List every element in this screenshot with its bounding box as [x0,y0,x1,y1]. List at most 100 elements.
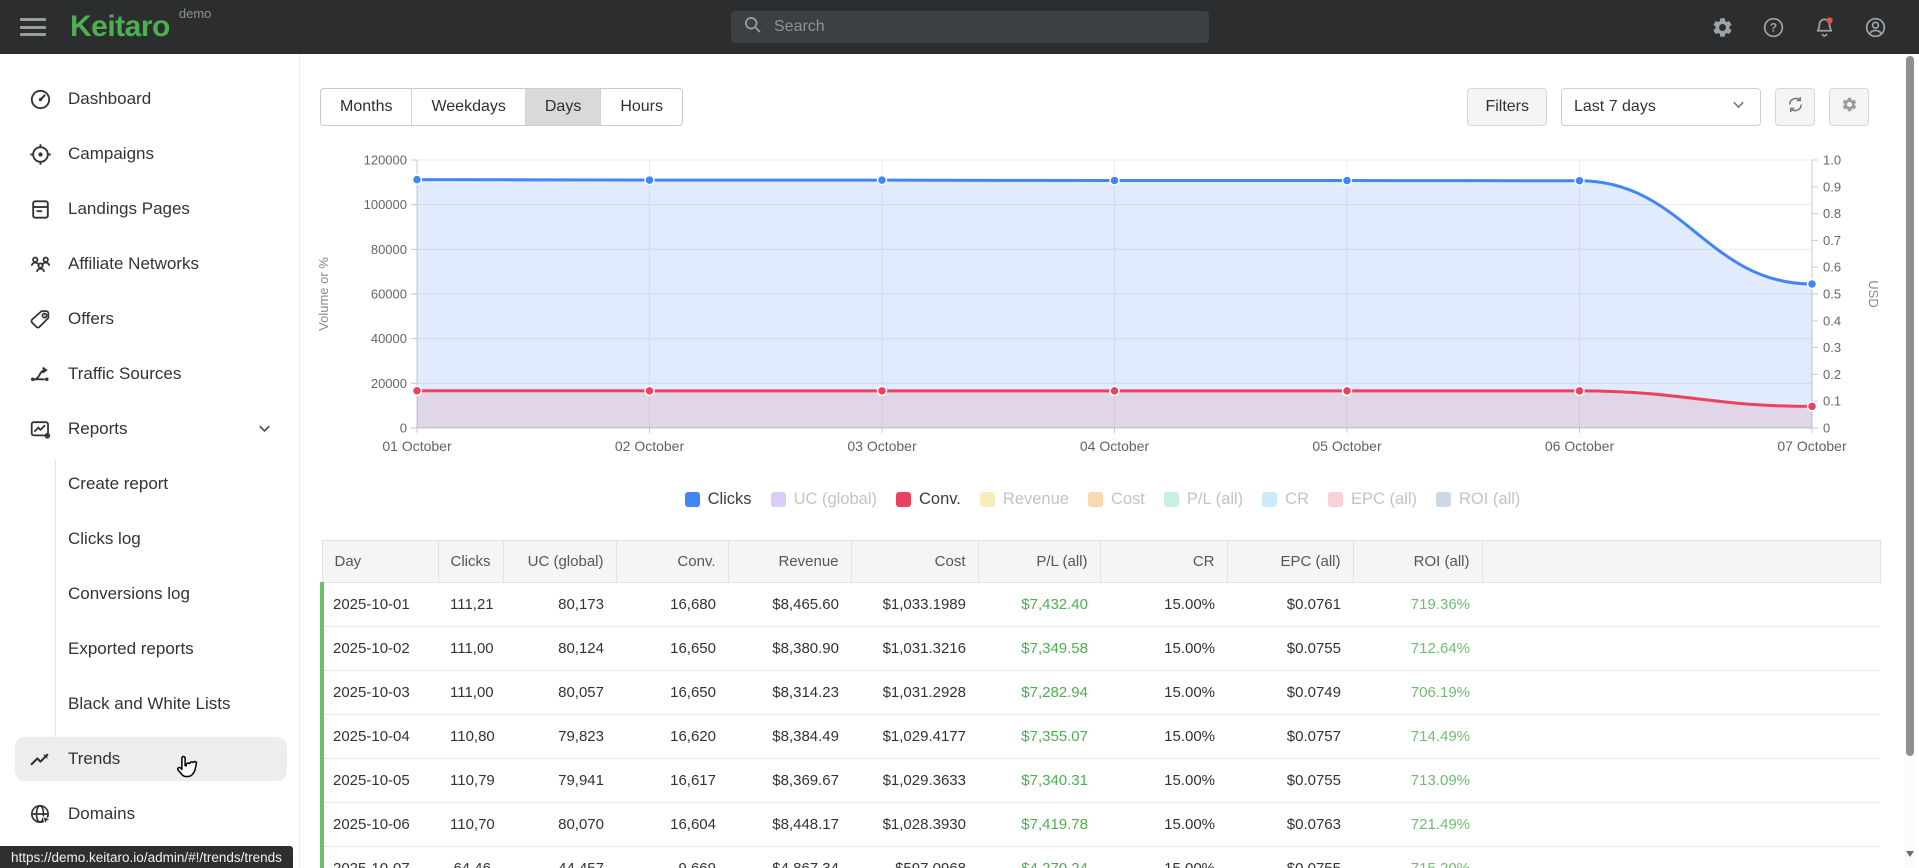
app-window: Keitaro demo ? [0,0,1919,868]
sidebar-item-label: Offers [68,309,114,328]
tab-days[interactable]: Days [524,89,601,125]
tab-hours[interactable]: Hours [600,89,682,125]
column-header-roi-all[interactable]: ROI (all) [1352,540,1483,583]
cell-uc-global: 80,057 [503,670,616,715]
chart-settings-button[interactable] [1829,88,1869,126]
trends-chart[interactable]: 0 20000 40000 60000 80000 100000 120000 01 Octo… [300,125,1905,483]
sidebar-item-trends[interactable]: Trends [15,737,287,781]
hamburger-menu-icon[interactable] [20,14,46,41]
column-header-clicks[interactable]: Clicks [437,540,504,583]
cell-spacer [1482,714,1880,759]
legend-swatch [1163,492,1179,507]
app-logo[interactable]: Keitaro [70,10,170,44]
legend-item-epc-all[interactable]: EPC (all) [1328,490,1417,509]
svg-text:0: 0 [400,421,407,436]
date-range-value: Last 7 days [1574,98,1656,115]
cell-day: 2025-10-03 [320,670,438,715]
legend-item-uc-global[interactable]: UC (global) [770,490,877,509]
column-header-uc-global[interactable]: UC (global) [502,540,617,583]
search-input[interactable] [772,17,1197,37]
cell-revenue: $8,384.49 [728,714,851,759]
legend-swatch [896,492,912,507]
trending-up-icon [28,747,52,771]
cell-epc-all: $0.0755 [1227,846,1353,868]
svg-text:80000: 80000 [371,242,407,257]
gear-icon [1841,96,1858,118]
column-header-p-l-all[interactable]: P/L (all) [977,540,1101,583]
column-header-cost[interactable]: Cost [850,540,979,583]
svg-text:20000: 20000 [371,376,407,391]
svg-text:0.8: 0.8 [1823,206,1841,221]
svg-text:Volume or %: Volume or % [316,257,331,331]
column-header-epc-all[interactable]: EPC (all) [1226,540,1354,583]
sidebar-item-label: Landings Pages [68,199,190,218]
legend-item-cost[interactable]: Cost [1087,490,1145,509]
sidebar-item-offers[interactable]: $ Offers [15,297,287,341]
tab-weekdays[interactable]: Weekdays [411,89,524,125]
legend-item-clicks[interactable]: Clicks [684,490,752,509]
cell-p-l-all: $7,355.07 [978,714,1100,759]
help-icon[interactable]: ? [1762,16,1785,39]
table-row: 2025-10-03 111,00 80,057 16,650 $8,314.23 $1,… [320,670,1880,715]
sidebar-item-label: Campaigns [68,144,154,163]
sidebar-item-domains[interactable]: Domains [15,792,287,836]
sidebar-item-campaigns[interactable]: Campaigns [15,132,287,176]
legend-label: Revenue [1002,490,1069,508]
cell-clicks: 111,00 [438,626,503,671]
cell-conv: 16,604 [616,802,728,847]
legend-label: Cost [1110,490,1145,508]
date-range-select[interactable]: Last 7 days [1561,88,1761,126]
sidebar-item-dashboard[interactable]: Dashboard [15,77,287,121]
cell-uc-global: 79,823 [503,714,616,759]
legend-item-cr[interactable]: CR [1262,490,1309,509]
cell-clicks: 110,79 [438,758,503,803]
cell-epc-all: $0.0755 [1227,758,1353,803]
svg-text:01 October: 01 October [382,438,452,454]
cell-conv: 16,650 [616,670,728,715]
cell-day: 2025-10-05 [320,758,438,803]
sidebar-item-landings-pages[interactable]: Landings Pages [15,187,287,231]
scrollbar-thumb[interactable] [1906,56,1914,756]
settings-gear-icon[interactable] [1711,16,1734,39]
cell-cost: $1,029.4177 [851,714,978,759]
svg-text:120000: 120000 [364,153,407,168]
legend-item-revenue[interactable]: Revenue [979,490,1069,509]
svg-text:03 October: 03 October [847,438,917,454]
svg-text:04 October: 04 October [1080,438,1150,454]
svg-text:0.6: 0.6 [1823,260,1841,275]
notifications-bell-icon[interactable] [1813,16,1836,39]
column-header-day[interactable]: Day [321,540,439,583]
filters-button[interactable]: Filters [1467,88,1547,126]
tab-months[interactable]: Months [321,89,411,125]
cell-revenue: $8,465.60 [728,582,851,627]
column-header-conv[interactable]: Conv. [615,540,729,583]
svg-text:0: 0 [1823,421,1830,436]
global-search[interactable] [731,11,1209,43]
cell-cost: $597.0968 [851,846,978,868]
legend-item-roi-all[interactable]: ROI (all) [1436,490,1520,509]
refresh-button[interactable] [1775,88,1815,126]
legend-swatch [1087,492,1103,507]
chevron-down-icon [1729,95,1748,119]
topbar-actions: ? [1711,0,1887,54]
cell-roi-all: 713.09% [1353,758,1482,803]
cell-revenue: $8,314.23 [728,670,851,715]
cell-conv: 16,620 [616,714,728,759]
legend-item-p-l-all[interactable]: P/L (all) [1163,490,1243,509]
cell-conv: 9,669 [616,846,728,868]
cell-roi-all: 714.49% [1353,714,1482,759]
cell-day: 2025-10-04 [320,714,438,759]
sidebar-item-traffic-sources[interactable]: Traffic Sources [15,352,287,396]
legend-item-conv[interactable]: Conv. [896,490,961,509]
cell-p-l-all: $4,270.24 [978,846,1100,868]
sidebar-item-affiliate-networks[interactable]: Affiliate Networks [15,242,287,286]
column-header-revenue[interactable]: Revenue [727,540,852,583]
user-account-icon[interactable] [1864,16,1887,39]
cell-clicks: 111,21 [438,582,503,627]
svg-text:USD: USD [1866,280,1881,307]
cell-revenue: $8,448.17 [728,802,851,847]
sidebar-item-reports[interactable]: Reports [15,407,287,451]
column-header-cr[interactable]: CR [1099,540,1228,583]
scrollbar-down-arrow[interactable] [1906,851,1914,857]
scrollbar[interactable] [1905,54,1915,868]
